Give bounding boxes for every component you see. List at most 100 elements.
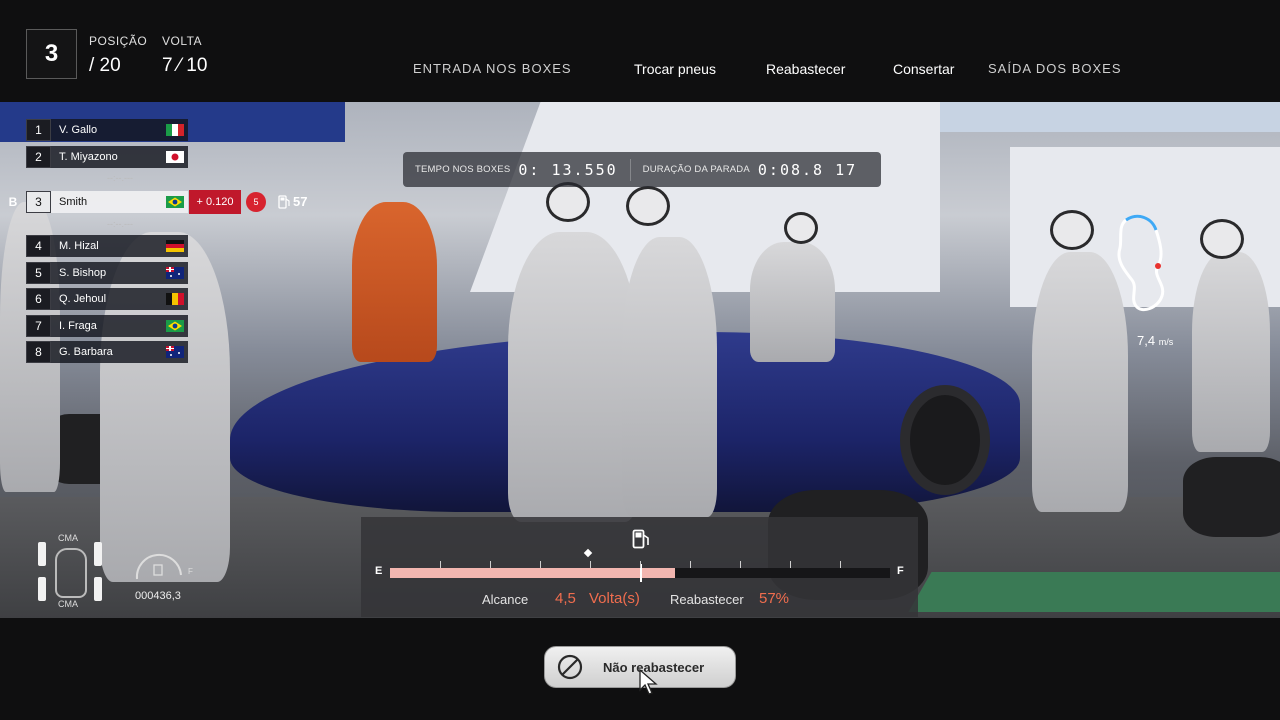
pit-step-entry: ENTRADA NOS BOXES	[413, 61, 572, 76]
odometer-value: 000436,3	[135, 590, 181, 602]
row-driver-name: G. Barbara	[51, 341, 162, 363]
row-marker: B	[8, 195, 18, 209]
brazil-flag-icon	[162, 315, 188, 337]
brazil-flag-icon	[162, 191, 188, 213]
japan-flag-icon	[162, 146, 188, 168]
tyre-wear-bar	[38, 542, 46, 566]
pit-crew-member	[750, 242, 835, 362]
gap-placeholder: --:--.---	[107, 173, 133, 183]
row-position: 7	[26, 315, 51, 337]
penalty-value: 5	[253, 197, 259, 207]
row-position: 8	[26, 341, 51, 363]
lap-label: VOLTA	[162, 34, 203, 48]
fuel-pump-icon	[632, 529, 649, 549]
germany-flag-icon	[162, 235, 188, 257]
standings-row: 8 G. Barbara	[0, 340, 188, 364]
scene-green-lane	[908, 572, 1280, 612]
refuel-slider-fill	[390, 568, 675, 578]
range-value: 4,5	[555, 590, 576, 607]
row-driver-name: M. Hizal	[51, 235, 162, 257]
stop-duration-value: 0:08.8 17	[757, 160, 858, 179]
row-driver-name: S. Bishop	[51, 262, 162, 284]
row-driver-name: T. Miyazono	[51, 146, 162, 168]
pit-official	[352, 202, 437, 362]
prohibited-icon	[557, 654, 583, 680]
standings-row-player: B 3 Smith	[0, 190, 188, 214]
time-in-pits-label: TEMPO NOS BOXES	[415, 164, 511, 175]
standings-row: 4 M. Hizal	[0, 234, 188, 258]
tyre-compound-rear: CMA	[58, 599, 78, 609]
timer-divider	[629, 158, 631, 181]
speed-readout: 7,4 m/s	[1137, 333, 1173, 348]
fuel-pump-icon	[278, 195, 290, 209]
pit-step-change-tyres: Trocar pneus	[634, 61, 716, 77]
standings-row: 5 S. Bishop	[0, 261, 188, 285]
refuel-label: Reabastecer	[670, 592, 744, 607]
belgium-flag-icon	[162, 288, 188, 310]
row-driver-name: Q. Jehoul	[51, 288, 162, 310]
refuel-slider[interactable]	[390, 548, 890, 582]
refuel-percent: 57%	[759, 590, 790, 607]
pit-stop-steps: ENTRADA NOS BOXES Trocar pneus Reabastec…	[0, 61, 1280, 81]
stop-duration-label: DURAÇÃO DA PARADA	[642, 164, 750, 175]
pit-step-repair: Consertar	[893, 61, 955, 77]
crew-helmet	[546, 182, 590, 222]
row-position: 3	[26, 191, 51, 213]
fuel-scale-tick	[790, 561, 791, 568]
gauge-full-letter: F	[188, 567, 193, 576]
fuel-scale-tick	[840, 561, 841, 568]
row-position: 1	[26, 119, 51, 141]
cursor-arrow-icon	[639, 668, 658, 695]
australia-flag-icon	[162, 262, 188, 284]
standings-row: 2 T. Miyazono	[0, 145, 188, 169]
pit-crew-member	[1192, 252, 1270, 452]
tyre-wear-bar	[38, 577, 46, 601]
crew-helmet	[784, 212, 818, 244]
speed-value: 7,4	[1137, 333, 1156, 348]
row-driver-name: V. Gallo	[51, 119, 162, 141]
fuel-scale-tick	[440, 561, 441, 568]
tyre-wear-bar	[94, 542, 102, 566]
fuel-scale-tick	[540, 561, 541, 568]
standings-row: 7 I. Fraga	[0, 314, 188, 338]
italy-flag-icon	[162, 119, 188, 141]
fuel-laps-value: 57	[293, 194, 308, 209]
crew-helmet	[626, 186, 670, 226]
fuel-scale-tick	[690, 561, 691, 568]
top-bar: 3 POSIÇÃO / 20 VOLTA 7 ⁄ 10 ENTRADA NOS …	[0, 0, 1280, 102]
gap-placeholder: --:--.---	[107, 219, 133, 229]
player-gap-badge: + 0.120	[189, 190, 241, 214]
track-map-icon	[1117, 214, 1165, 312]
row-position: 6	[26, 288, 51, 310]
australia-flag-icon	[162, 341, 188, 363]
pit-timer-panel: TEMPO NOS BOXES 0: 13.550 DURAÇÃO DA PAR…	[403, 152, 881, 187]
spare-tyre	[1183, 457, 1280, 537]
fuel-empty-label: E	[375, 565, 383, 577]
current-fuel-marker	[583, 548, 593, 558]
tyre-compound-front: CMA	[58, 533, 78, 543]
row-position: 2	[26, 146, 51, 168]
fuel-scale-tick	[490, 561, 491, 568]
pit-step-refuel: Reabastecer	[766, 61, 846, 77]
crew-helmet	[1050, 210, 1094, 250]
fuel-scale-tick	[740, 561, 741, 568]
position-label: POSIÇÃO	[89, 34, 148, 48]
pit-crew-member	[622, 237, 717, 517]
fuel-full-label: F	[897, 565, 904, 577]
standings-row: 1 V. Gallo	[0, 118, 188, 142]
tyre-wear-bar	[94, 577, 102, 601]
car-outline-icon	[55, 548, 87, 598]
pit-step-exit: SAÍDA DOS BOXES	[988, 61, 1122, 76]
fuel-scale-tick	[640, 561, 641, 568]
penalty-icon: 5	[246, 192, 266, 212]
range-unit: Volta(s)	[589, 590, 640, 607]
fuel-gauge-icon	[135, 553, 182, 580]
range-label: Alcance	[482, 592, 529, 607]
car-wheel	[900, 385, 990, 495]
row-position: 5	[26, 262, 51, 284]
fuel-scale-tick	[590, 561, 591, 568]
speed-unit: m/s	[1158, 337, 1174, 347]
row-position: 4	[26, 235, 51, 257]
time-in-pits-value: 0: 13.550	[518, 160, 618, 179]
refuel-panel: E F Alcance 4,5 Volta(s) Reabastecer 57%	[361, 517, 918, 617]
